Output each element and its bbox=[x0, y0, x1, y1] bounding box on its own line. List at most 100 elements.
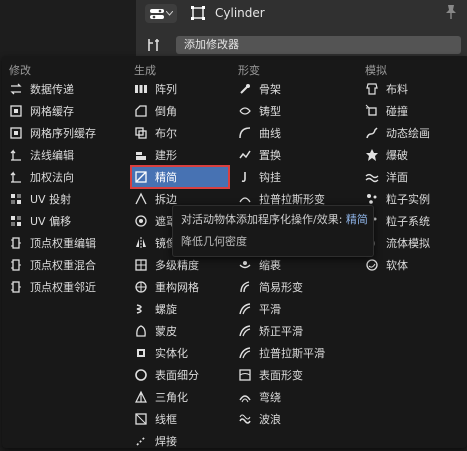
menu-item-generate-9[interactable]: 重构网格 bbox=[134, 277, 199, 297]
menu-item-deform-9[interactable]: 简易形变 bbox=[238, 277, 303, 297]
menu-item-label: 缩裹 bbox=[259, 259, 281, 272]
weight-icon bbox=[11, 259, 21, 271]
menu-item-label: 爆破 bbox=[386, 149, 408, 162]
tooltip-modifier-name: 精简 bbox=[345, 213, 368, 226]
menu-item-simulate-1[interactable]: 碰撞 bbox=[365, 101, 408, 121]
skin-icon bbox=[136, 325, 146, 337]
menu-item-deform-10[interactable]: 平滑 bbox=[238, 299, 281, 319]
menu-item-label: 加权法向 bbox=[30, 171, 74, 184]
menu-item-modify-5[interactable]: UV 投射 bbox=[9, 189, 71, 209]
subsurf-icon bbox=[135, 369, 147, 381]
menu-item-generate-8[interactable]: 多级精度 bbox=[134, 255, 199, 275]
menu-item-label: 流体模拟 bbox=[386, 237, 430, 250]
menu-item-modify-3[interactable]: 法线编辑 bbox=[9, 145, 74, 165]
menu-item-simulate-0[interactable]: 布料 bbox=[365, 79, 408, 99]
cache-icon bbox=[10, 105, 22, 117]
cache-icon bbox=[10, 127, 22, 139]
mask-icon bbox=[135, 215, 147, 227]
menu-item-deform-12[interactable]: 拉普拉斯平滑 bbox=[238, 343, 325, 363]
menu-item-label: 顶点权重混合 bbox=[30, 259, 96, 272]
transfer-icon bbox=[10, 83, 22, 95]
explode-icon bbox=[366, 149, 378, 161]
add-modifier-dropdown[interactable]: 添加修改器 bbox=[176, 36, 461, 54]
menu-item-generate-14[interactable]: 三角化 bbox=[134, 387, 188, 407]
menu-item-generate-10[interactable]: 螺旋 bbox=[134, 299, 177, 319]
remesh-icon bbox=[135, 281, 147, 293]
menu-item-label: 碰撞 bbox=[386, 105, 408, 118]
menu-item-generate-15[interactable]: 线框 bbox=[134, 409, 177, 429]
category-deform: 形变 bbox=[238, 64, 260, 77]
menu-item-deform-4[interactable]: 钩挂 bbox=[238, 167, 281, 187]
menu-item-generate-4[interactable]: 精简 bbox=[130, 165, 230, 189]
menu-item-deform-2[interactable]: 曲线 bbox=[238, 123, 281, 143]
menu-item-modify-9[interactable]: 顶点权重邻近 bbox=[9, 277, 96, 297]
menu-item-label: 布料 bbox=[386, 83, 408, 96]
menu-item-deform-14[interactable]: 弯绕 bbox=[238, 387, 281, 407]
menu-item-deform-3[interactable]: 置换 bbox=[238, 145, 281, 165]
build-icon bbox=[136, 152, 146, 160]
menu-item-generate-11[interactable]: 蒙皮 bbox=[134, 321, 177, 341]
menu-item-generate-3[interactable]: 建形 bbox=[134, 145, 177, 165]
soft-icon bbox=[366, 259, 378, 271]
solid-icon bbox=[137, 349, 145, 357]
menu-item-generate-16[interactable]: 焊接 bbox=[134, 431, 177, 451]
menu-item-deform-11[interactable]: 矫正平滑 bbox=[238, 321, 303, 341]
menu-item-generate-1[interactable]: 倒角 bbox=[134, 101, 177, 121]
object-name: Cylinder bbox=[215, 6, 265, 20]
menu-item-deform-15[interactable]: 波浪 bbox=[238, 409, 281, 429]
menu-item-label: 网格缓存 bbox=[30, 105, 74, 118]
menu-item-label: 弯绕 bbox=[259, 391, 281, 404]
menu-item-generate-7[interactable]: 镜像 bbox=[134, 233, 177, 253]
screw-icon bbox=[136, 304, 142, 314]
menu-item-simulate-4[interactable]: 洋面 bbox=[365, 167, 408, 187]
menu-item-simulate-3[interactable]: 爆破 bbox=[365, 145, 408, 165]
menu-item-label: 建形 bbox=[155, 149, 177, 162]
menu-item-generate-2[interactable]: 布尔 bbox=[134, 123, 177, 143]
menu-item-generate-0[interactable]: 阵列 bbox=[134, 79, 177, 99]
paint-icon bbox=[366, 127, 378, 139]
menu-item-generate-6[interactable]: 遮罩 bbox=[134, 211, 177, 231]
bevel-icon bbox=[135, 105, 147, 117]
displace-icon bbox=[239, 150, 251, 159]
menu-item-modify-2[interactable]: 网格序列缓存 bbox=[9, 123, 96, 143]
menu-item-label: 矫正平滑 bbox=[259, 325, 303, 338]
menu-item-simulate-7[interactable]: 流体模拟 bbox=[365, 233, 430, 253]
wave-icon bbox=[239, 414, 251, 424]
menu-item-simulate-5[interactable]: 粒子实例 bbox=[365, 189, 430, 209]
menu-item-label: 表面形变 bbox=[259, 369, 303, 382]
menu-item-deform-1[interactable]: 铸型 bbox=[238, 101, 281, 121]
normal-icon bbox=[10, 149, 21, 161]
menu-item-generate-5[interactable]: 拆边 bbox=[134, 189, 177, 209]
menu-item-modify-4[interactable]: 加权法向 bbox=[9, 167, 74, 187]
menu-item-modify-1[interactable]: 网格缓存 bbox=[9, 101, 74, 121]
pin-icon[interactable] bbox=[444, 4, 458, 20]
menu-item-simulate-2[interactable]: 动态绘画 bbox=[365, 123, 430, 143]
cloth-icon bbox=[366, 83, 378, 95]
menu-item-label: 线框 bbox=[155, 413, 177, 426]
menu-item-simulate-8[interactable]: 软体 bbox=[365, 255, 408, 275]
lapl-icon bbox=[239, 197, 251, 203]
menu-item-generate-13[interactable]: 表面细分 bbox=[134, 365, 199, 385]
menu-item-modify-0[interactable]: 数据传递 bbox=[9, 79, 74, 99]
normal-icon bbox=[10, 171, 21, 183]
multires-icon bbox=[135, 259, 147, 271]
editor-type-button[interactable] bbox=[145, 4, 177, 23]
menu-item-deform-8[interactable]: 缩裹 bbox=[238, 255, 281, 275]
menu-item-simulate-6[interactable]: 粒子系统 bbox=[365, 211, 430, 231]
menu-item-generate-12[interactable]: 实体化 bbox=[134, 343, 188, 363]
menu-item-modify-7[interactable]: 顶点权重编辑 bbox=[9, 233, 96, 253]
menu-item-deform-0[interactable]: 骨架 bbox=[238, 79, 281, 99]
chevron-down-icon bbox=[165, 11, 173, 16]
menu-item-label: 多级精度 bbox=[155, 259, 199, 272]
uv-icon bbox=[11, 216, 21, 226]
menu-item-label: 骨架 bbox=[259, 83, 281, 96]
menu-item-label: 拉普拉斯平滑 bbox=[259, 347, 325, 360]
menu-item-modify-6[interactable]: UV 偏移 bbox=[9, 211, 71, 231]
wrench-icon[interactable] bbox=[146, 38, 160, 52]
ocean-icon bbox=[365, 173, 379, 183]
edge-icon bbox=[135, 192, 147, 205]
menu-item-deform-13[interactable]: 表面形变 bbox=[238, 365, 303, 385]
bool-icon bbox=[135, 127, 147, 139]
particle-icon bbox=[367, 194, 377, 204]
menu-item-modify-8[interactable]: 顶点权重混合 bbox=[9, 255, 96, 275]
